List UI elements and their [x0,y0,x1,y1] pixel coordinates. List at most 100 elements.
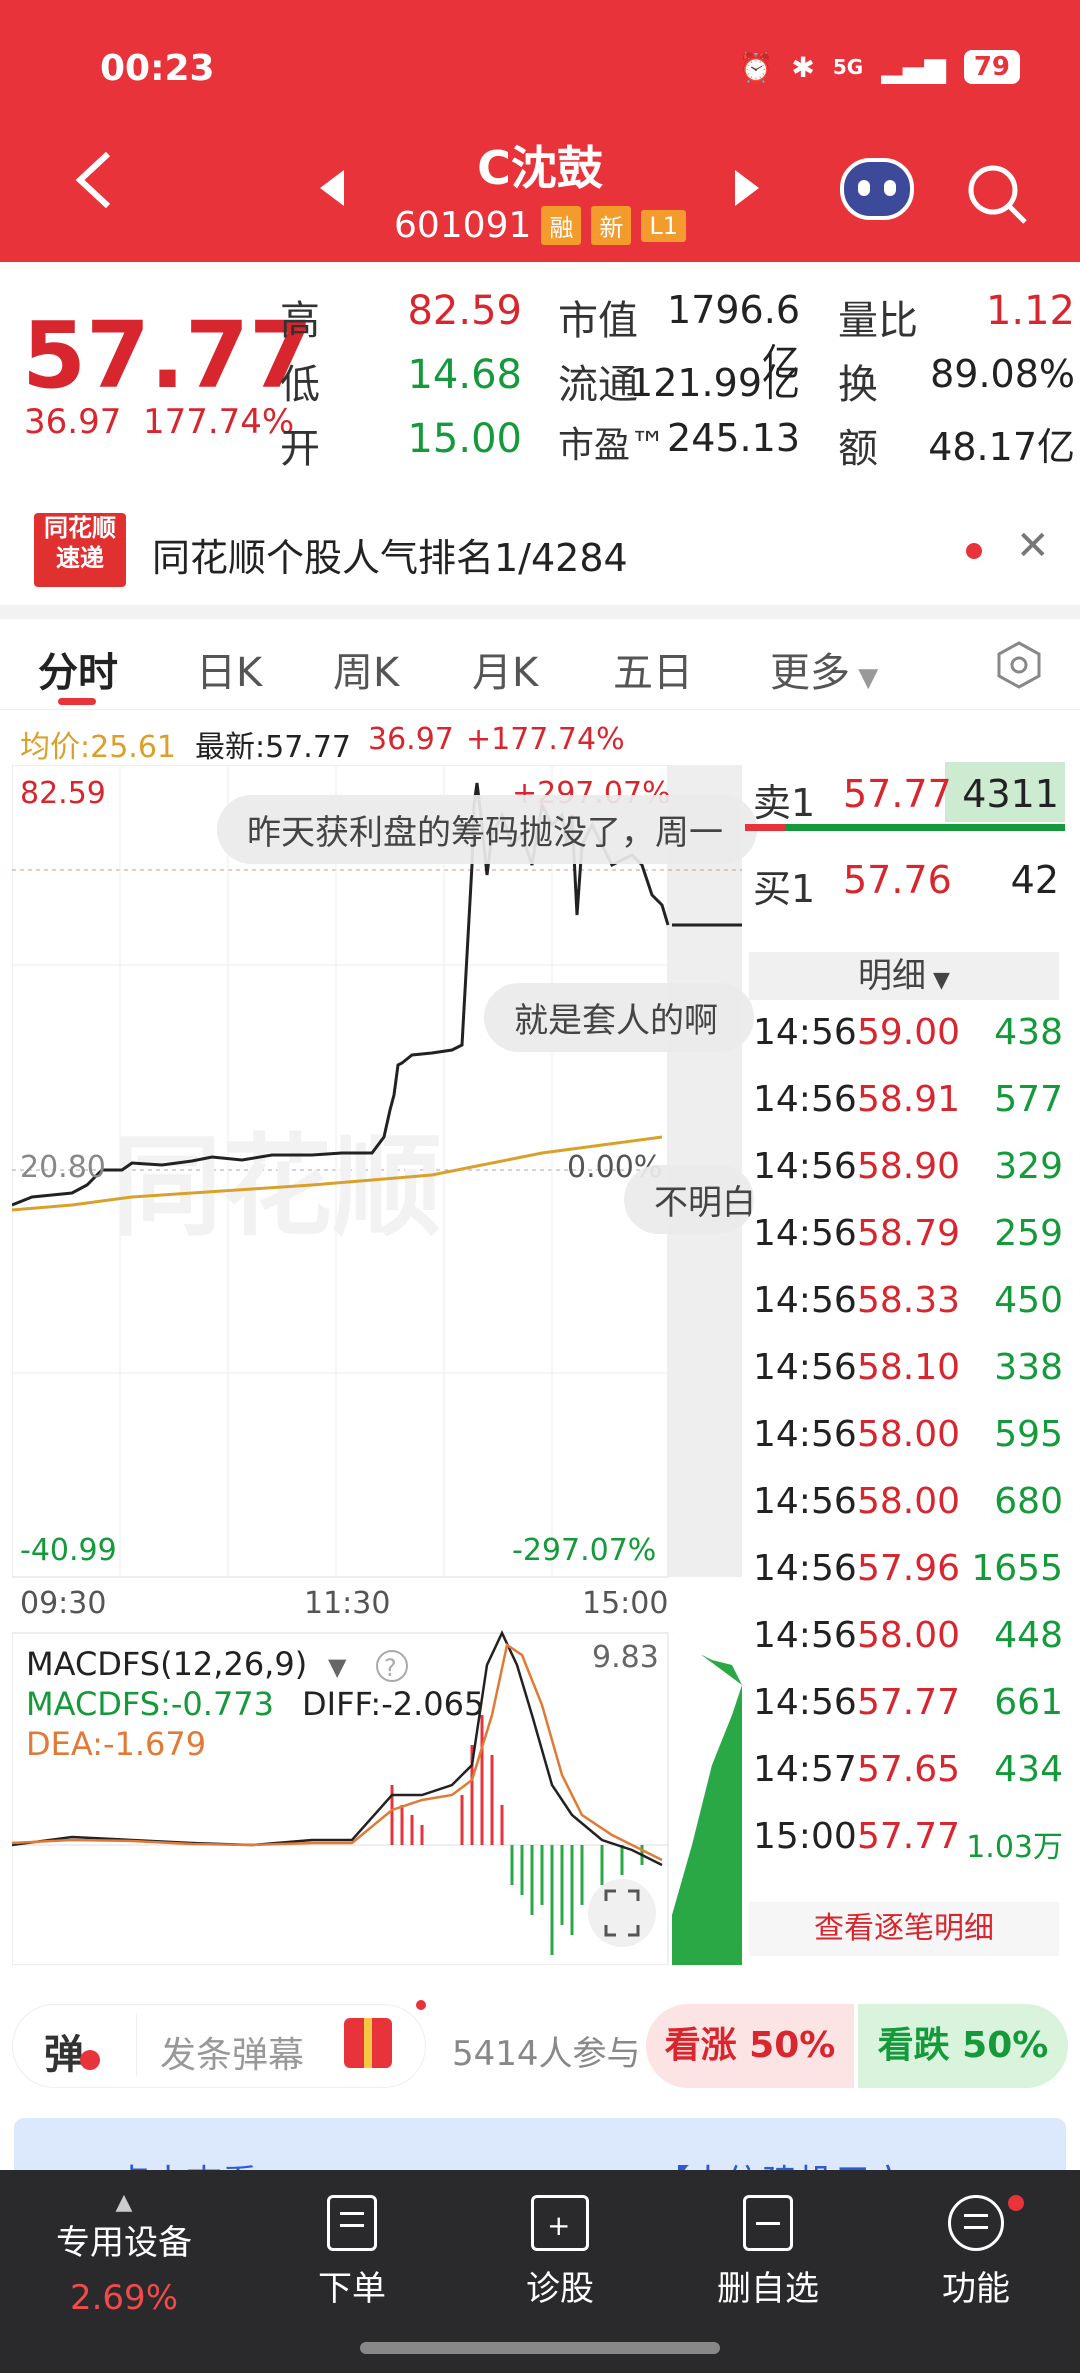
info-change: 36.97 [368,722,454,757]
order-book: 卖1 57.77 4311 买1 57.76 42 明细 ▼ 14:56 59.0… [745,762,1065,1962]
divider [136,2014,137,2076]
tab-weekly-k[interactable]: 周K [333,640,399,698]
tick-time: 14:56 [753,1079,857,1120]
sell1-price: 57.77 [843,772,952,816]
robot-assistant-icon[interactable] [840,158,914,220]
macd-max-label: 9.83 [592,1640,659,1675]
news-banner[interactable]: 同花顺 速递 同花顺个股人气排名1/4284 ✕ [0,495,1080,605]
latest-price: 最新:57.77 [195,730,351,765]
danmu-input[interactable]: 发条弹幕 [160,2026,304,2078]
tab-daily-k[interactable]: 日K [196,640,262,698]
danmu-bubble-2: 就是套人的啊 [484,983,754,1052]
nav-diagnose[interactable]: + 诊股 [480,2195,640,2310]
danmu-bar: 弹 发条弹幕 5414人参与 看涨 50% 看跌 50% [0,2000,1080,2100]
tick-row: 14:56 57.77 661 [753,1674,1063,1734]
danmu-check-icon [80,2050,100,2070]
tick-volume: 661 [994,1682,1063,1723]
diagnose-kit-icon: + [531,2195,589,2251]
tick-price: 58.90 [857,1146,961,1187]
macd-dropdown-icon[interactable]: ▼ [328,1653,347,1681]
dea-value: DEA:-1.679 [26,1725,206,1763]
nav-order[interactable]: 下单 [272,2195,432,2310]
tag-level: L1 [641,209,687,242]
active-tab-indicator [58,698,96,705]
y-bot-pct-label: -297.07% [512,1533,656,1568]
participants-count: 5414人参与 [452,2034,641,2074]
tab-more[interactable]: 更多 ▼ [770,640,878,698]
tick-row: 14:56 58.00 680 [753,1473,1063,1533]
tick-volume: 438 [994,1012,1063,1053]
functions-dot-icon [1008,2195,1024,2211]
danmu-bubble-1: 昨天获利盘的筹码抛没了，周一 [217,795,757,864]
chart-svg: 同花顺 82.59 +297.07% 20.80 0.00% -40.99 -2… [11,764,742,1966]
bluetooth-icon: ✱ [791,50,815,84]
chevron-down-icon: ▼ [850,663,879,693]
tick-volume: 329 [994,1146,1063,1187]
chevron-up-icon: ▲ [115,2190,133,2215]
macd-value: MACDFS:-0.773 [26,1685,274,1723]
intraday-chart[interactable]: 同花顺 82.59 +297.07% 20.80 0.00% -40.99 -2… [11,764,757,1966]
tab-intraday[interactable]: 分时 [38,640,118,698]
macd-title[interactable]: MACDFS(12,26,9) [26,1645,307,1683]
news-text[interactable]: 同花顺个股人气排名1/4284 [152,527,628,582]
bid-ask-bar [745,824,1065,831]
tick-row: 14:56 58.91 577 [753,1071,1063,1131]
chevron-down-icon: ▼ [926,968,950,993]
value-pe: 245.13 [667,416,800,460]
buy1-row[interactable]: 买1 57.76 42 [745,848,1065,911]
price-change: 36.97 177.74% [24,402,294,442]
home-indicator[interactable] [360,2342,720,2354]
label-low: 低 [280,362,320,408]
tick-row: 14:56 58.00 448 [753,1607,1063,1667]
label-amount: 额 [838,426,878,472]
next-stock-icon[interactable] [735,170,759,206]
tick-row: 14:56 58.00 595 [753,1406,1063,1466]
nav-functions-label: 功能 [942,2269,1010,2309]
label-mcap: 市值 [558,298,638,344]
danmu-toggle[interactable]: 弹 [44,2022,84,2080]
tick-price: 57.65 [857,1749,961,1790]
bearish-button[interactable]: 看跌 50% [858,2004,1068,2088]
label-turnover: 换 [838,362,878,408]
promo-banner[interactable]: 点击查看>> 【中信建投用户 [14,2118,1066,2178]
x-label-noon: 11:30 [304,1586,390,1621]
network-label: 5G [832,55,864,79]
label-vol-ratio: 量比 [838,298,918,344]
bullish-button[interactable]: 看涨 50% [646,2004,854,2088]
y-mid-label: 20.80 [20,1150,106,1185]
tab-monthly-k[interactable]: 月K [472,640,538,698]
nav-remove-favorite[interactable]: 删自选 [688,2195,848,2310]
tick-time: 14:56 [753,1012,857,1053]
fullscreen-button-bg[interactable] [588,1879,656,1947]
nav-sector-label: 专用设备 [56,2223,192,2263]
logo-line1: 同花顺 [44,514,116,542]
nav-sector-pct: 2.69% [69,2278,178,2318]
stock-code-row: 601091 融 新 L1 [0,205,1080,246]
label-open: 开 [280,426,320,472]
see-all-ticks-button[interactable]: 查看逐笔明细 [749,1902,1059,1956]
tick-row: 14:56 58.33 450 [753,1272,1063,1332]
tick-price: 58.33 [857,1280,961,1321]
divider [0,605,1080,619]
nav-functions[interactable]: 功能 [896,2195,1056,2310]
tick-row: 15:00 57.77 1.03万 [753,1808,1063,1868]
buy1-label: 买1 [753,867,816,911]
chart-info-bar: 均价:25.61 最新:57.77 36.97 +177.74% [0,718,1080,765]
tick-time: 14:56 [753,1347,857,1388]
tab-more-label: 更多 [770,650,850,696]
nav-sector[interactable]: ▲ 专用设备 2.69% [44,2190,204,2318]
tab-five-day[interactable]: 五日 [613,640,693,698]
settings-hex-icon[interactable] [994,640,1044,690]
tick-price: 58.00 [857,1481,961,1522]
search-icon[interactable] [965,162,1029,226]
close-icon[interactable]: ✕ [1016,523,1050,569]
stock-name: C沈鼓 [477,141,603,195]
detail-label: 明细 [858,956,927,996]
nav-remove-label: 删自选 [717,2269,819,2309]
gift-icon[interactable] [344,2018,392,2068]
order-form-icon [327,2195,377,2251]
buy1-price: 57.76 [843,858,952,902]
tick-time: 14:56 [753,1548,857,1589]
sell1-row[interactable]: 卖1 57.77 4311 [745,762,1065,825]
detail-toggle[interactable]: 明细 ▼ [749,952,1059,1000]
